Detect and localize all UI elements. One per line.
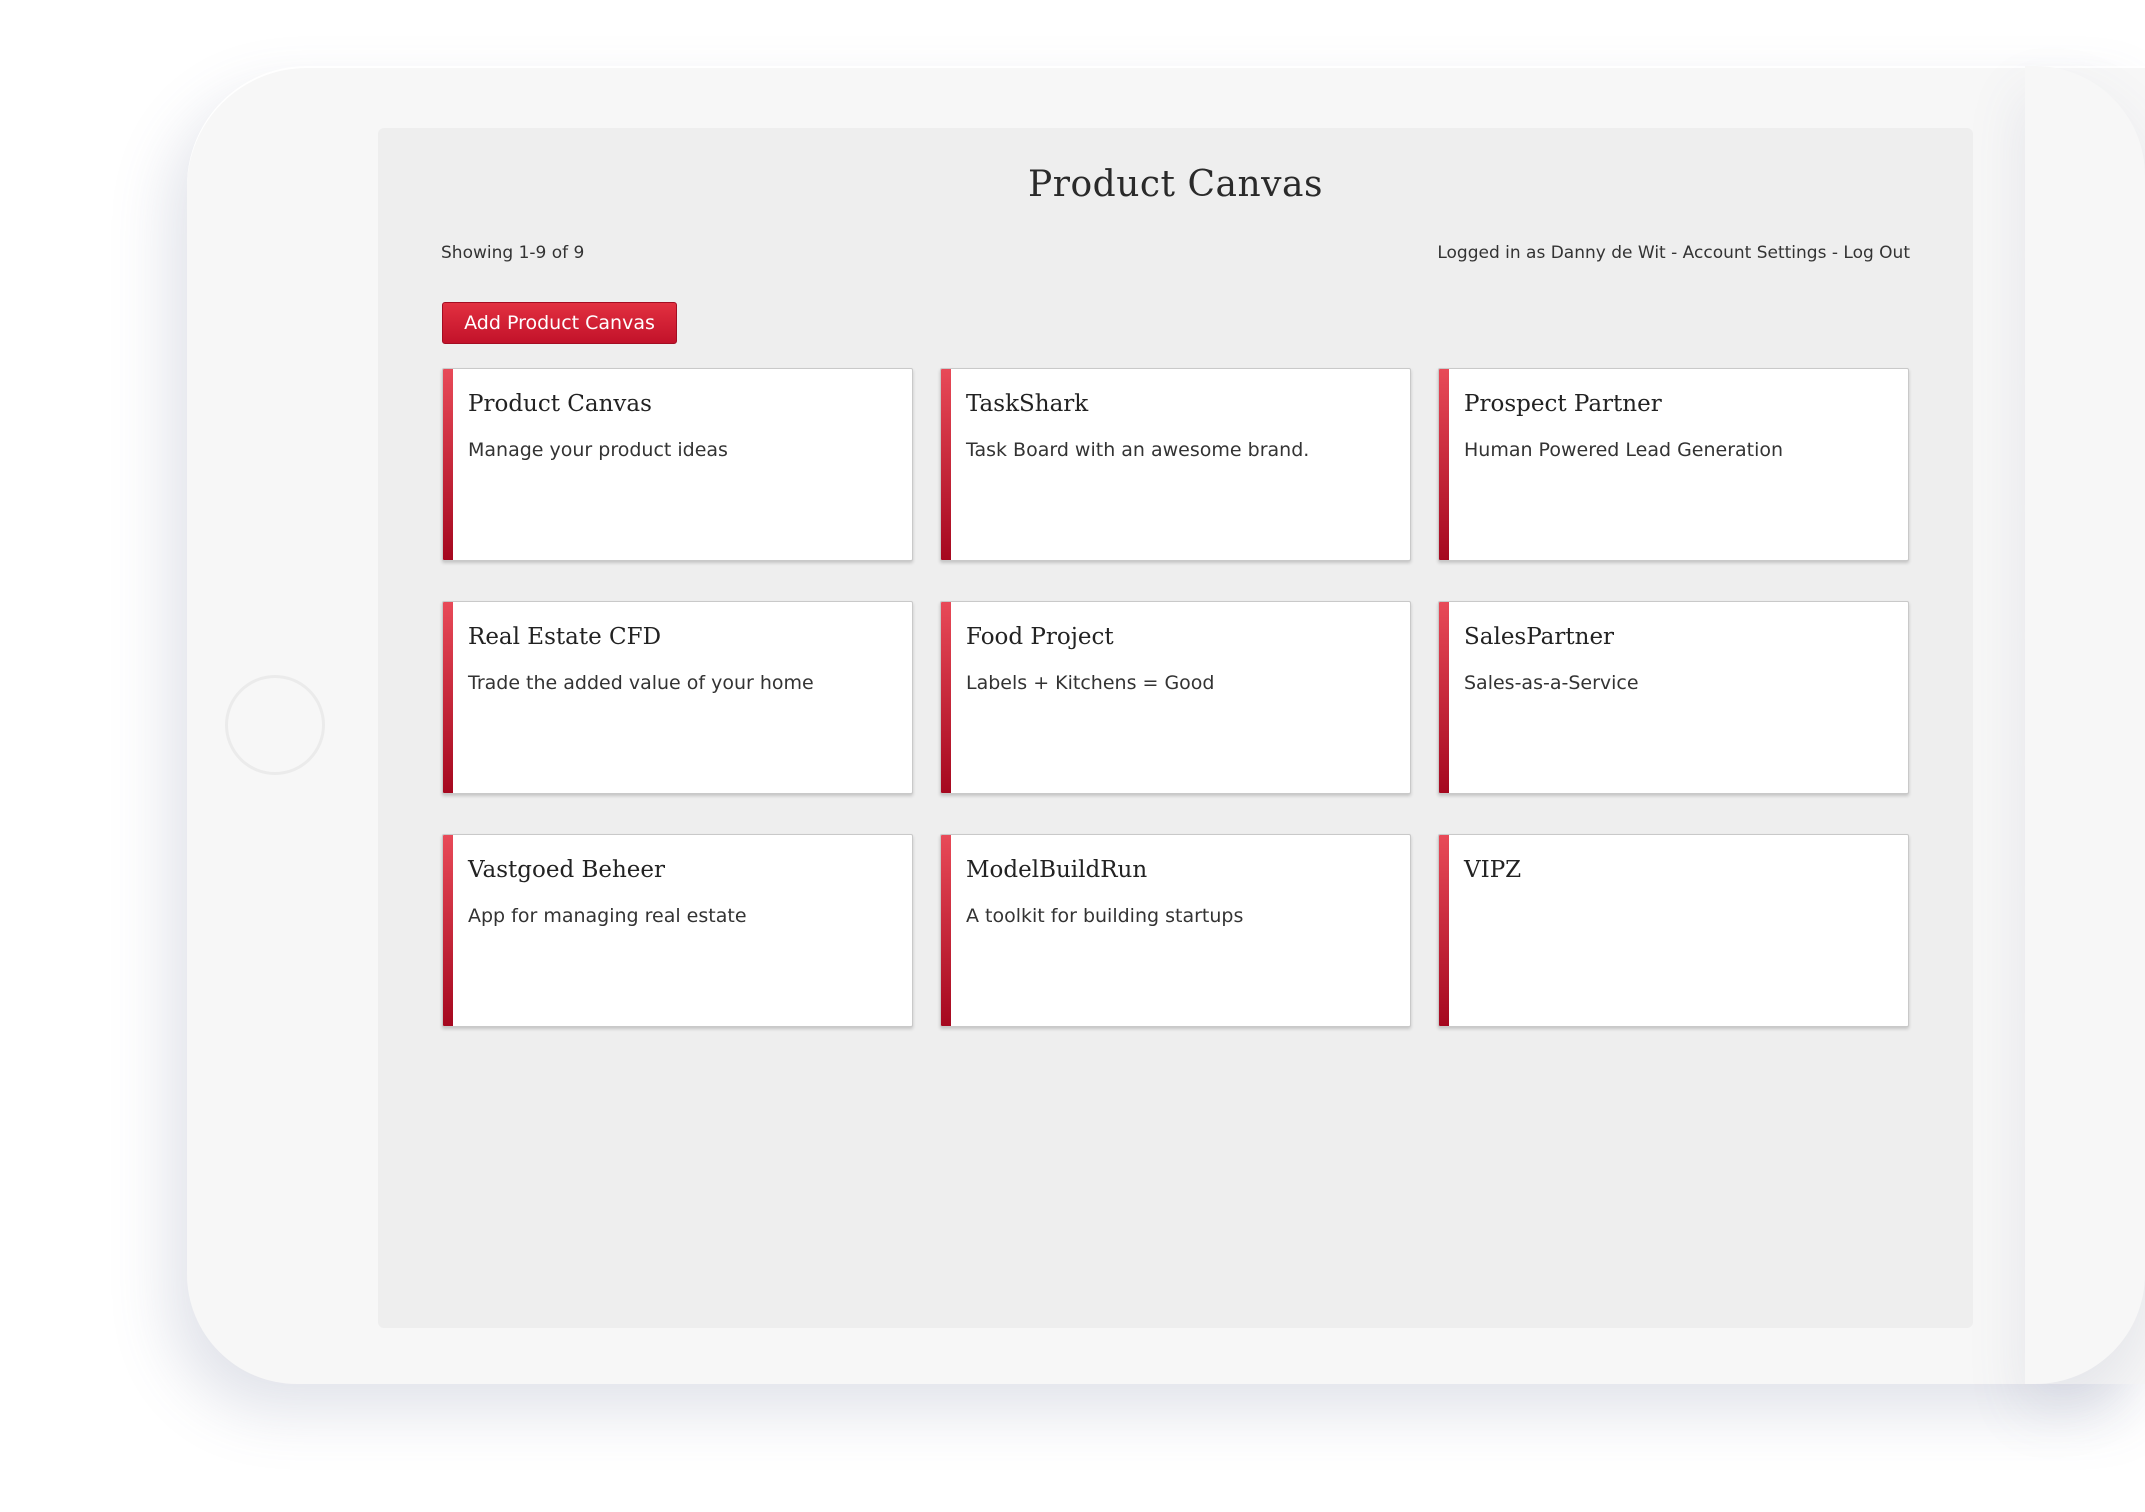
account-settings-link[interactable]: Account Settings <box>1683 243 1827 263</box>
canvas-card[interactable]: Food Project Labels + Kitchens = Good <box>940 601 1411 794</box>
card-accent-bar <box>941 602 951 793</box>
add-product-canvas-button[interactable]: Add Product Canvas <box>442 302 677 344</box>
card-title: Food Project <box>966 624 1114 650</box>
tablet-frame-edge <box>2025 66 2145 1384</box>
card-accent-bar <box>941 369 951 560</box>
canvas-card[interactable]: Product Canvas Manage your product ideas <box>442 368 913 561</box>
card-accent-bar <box>1439 369 1449 560</box>
card-accent-bar <box>1439 602 1449 793</box>
canvas-card[interactable]: TaskShark Task Board with an awesome bra… <box>940 368 1411 561</box>
card-title: SalesPartner <box>1464 624 1615 650</box>
tablet-home-button <box>225 675 325 775</box>
card-description: Sales-as-a-Service <box>1464 672 1639 694</box>
canvas-card[interactable]: Vastgoed Beheer App for managing real es… <box>442 834 913 1027</box>
canvas-card[interactable]: ModelBuildRun A toolkit for building sta… <box>940 834 1411 1027</box>
card-accent-bar <box>443 835 453 1026</box>
canvas-card[interactable]: Real Estate CFD Trade the added value of… <box>442 601 913 794</box>
card-description: Task Board with an awesome brand. <box>966 439 1310 461</box>
card-description: Labels + Kitchens = Good <box>966 672 1215 694</box>
pagination-status: Showing 1-9 of 9 <box>441 243 585 263</box>
canvas-card[interactable]: Prospect Partner Human Powered Lead Gene… <box>1438 368 1909 561</box>
card-title: ModelBuildRun <box>966 857 1148 883</box>
separator: - <box>1665 243 1683 263</box>
card-accent-bar <box>443 369 453 560</box>
log-out-link[interactable]: Log Out <box>1843 243 1910 263</box>
page-title: Product Canvas <box>1028 164 1323 205</box>
app-screen: Product Canvas Showing 1-9 of 9 Logged i… <box>378 128 1973 1328</box>
card-title: Vastgoed Beheer <box>468 857 666 883</box>
card-title: Product Canvas <box>468 391 652 417</box>
meta-row: Showing 1-9 of 9 Logged in as Danny de W… <box>441 243 1910 263</box>
card-title: Prospect Partner <box>1464 391 1662 417</box>
card-title: Real Estate CFD <box>468 624 662 650</box>
card-title: TaskShark <box>966 391 1089 417</box>
card-accent-bar <box>443 602 453 793</box>
card-title: VIPZ <box>1464 857 1522 883</box>
card-description: App for managing real estate <box>468 905 747 927</box>
card-description: Trade the added value of your home <box>468 672 814 694</box>
card-description: Manage your product ideas <box>468 439 728 461</box>
user-links: Logged in as Danny de Wit - Account Sett… <box>1437 243 1910 263</box>
card-description: Human Powered Lead Generation <box>1464 439 1784 461</box>
card-description: A toolkit for building startups <box>966 905 1244 927</box>
canvas-card[interactable]: VIPZ <box>1438 834 1909 1027</box>
logged-in-user: Logged in as Danny de Wit <box>1437 243 1666 263</box>
card-accent-bar <box>941 835 951 1026</box>
canvas-card[interactable]: SalesPartner Sales-as-a-Service <box>1438 601 1909 794</box>
separator: - <box>1826 243 1844 263</box>
canvas-grid: Product Canvas Manage your product ideas… <box>442 368 1909 1027</box>
card-accent-bar <box>1439 835 1449 1026</box>
